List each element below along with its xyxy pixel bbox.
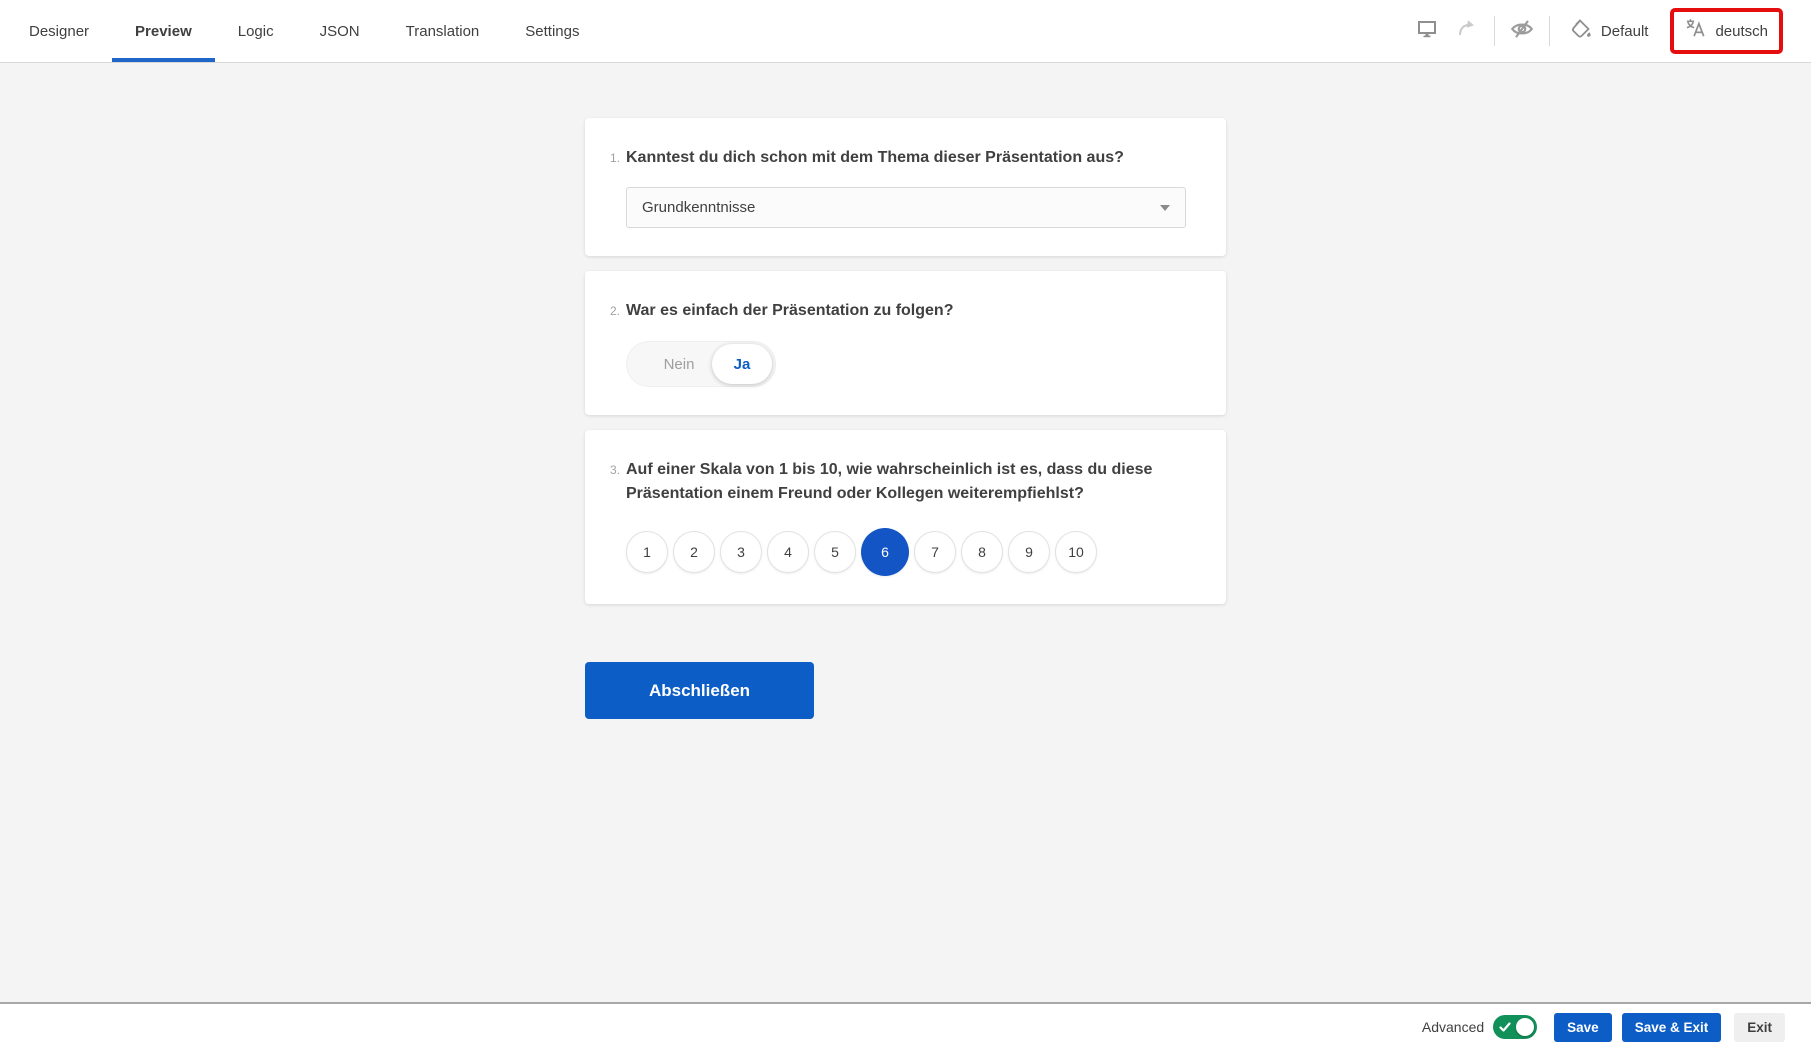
rating-item-3[interactable]: 3 bbox=[720, 531, 762, 573]
tab-preview[interactable]: Preview bbox=[112, 0, 215, 62]
exit-button[interactable]: Exit bbox=[1734, 1013, 1785, 1042]
desktop-preview-icon bbox=[1415, 17, 1439, 46]
dropdown-input[interactable]: Grundkenntnisse bbox=[626, 187, 1186, 228]
hide-survey-button[interactable] bbox=[1502, 11, 1542, 51]
theme-button[interactable]: Default bbox=[1557, 11, 1661, 51]
annotation-box: deutsch bbox=[1670, 8, 1783, 54]
hide-survey-icon bbox=[1509, 16, 1535, 47]
survey-creator-app: Designer Preview Logic JSON Translation … bbox=[0, 0, 1811, 1050]
rating-item-2[interactable]: 2 bbox=[673, 531, 715, 573]
tab-translation[interactable]: Translation bbox=[383, 0, 503, 62]
question-card-1: 1. Kanntest du dich schon mit dem Thema … bbox=[585, 118, 1226, 256]
rating-item-9[interactable]: 9 bbox=[1008, 531, 1050, 573]
rating-item-10[interactable]: 10 bbox=[1055, 531, 1097, 573]
toolbar-separator bbox=[1549, 16, 1550, 46]
rating-item-1[interactable]: 1 bbox=[626, 531, 668, 573]
rating-item-5[interactable]: 5 bbox=[814, 531, 856, 573]
redo-button[interactable] bbox=[1447, 11, 1487, 51]
toolbar-separator bbox=[1494, 16, 1495, 46]
save-and-exit-button[interactable]: Save & Exit bbox=[1622, 1013, 1722, 1042]
rating-row: 12345678910 bbox=[626, 528, 1186, 576]
question-number: 1. bbox=[610, 146, 626, 165]
check-icon bbox=[1499, 1020, 1511, 1038]
survey-preview-area: 1. Kanntest du dich schon mit dem Thema … bbox=[0, 63, 1811, 1002]
chevron-down-icon bbox=[1160, 205, 1170, 211]
theme-button-label: Default bbox=[1601, 23, 1649, 40]
paint-bucket-icon bbox=[1569, 17, 1593, 45]
question-title: Kanntest du dich schon mit dem Thema die… bbox=[626, 146, 1124, 170]
dropdown-value: Grundkenntnisse bbox=[642, 199, 1160, 216]
device-preview-button[interactable] bbox=[1407, 11, 1447, 51]
toggle-knob bbox=[1516, 1018, 1534, 1036]
tab-json[interactable]: JSON bbox=[297, 0, 383, 62]
rating-item-4[interactable]: 4 bbox=[767, 531, 809, 573]
advanced-toggle[interactable] bbox=[1493, 1015, 1537, 1039]
question-title: Auf einer Skala von 1 bis 10, wie wahrsc… bbox=[626, 458, 1186, 506]
tab-settings[interactable]: Settings bbox=[502, 0, 602, 62]
tab-logic[interactable]: Logic bbox=[215, 0, 297, 62]
survey-column: 1. Kanntest du dich schon mit dem Thema … bbox=[585, 63, 1226, 719]
rating-item-8[interactable]: 8 bbox=[961, 531, 1003, 573]
complete-button[interactable]: Abschließen bbox=[585, 662, 814, 719]
question-card-2: 2. War es einfach der Präsentation zu fo… bbox=[585, 271, 1226, 415]
language-icon bbox=[1685, 17, 1708, 45]
question-title: War es einfach der Präsentation zu folge… bbox=[626, 299, 953, 323]
rating-item-6[interactable]: 6 bbox=[861, 528, 909, 576]
boolean-toggle[interactable]: Nein Ja bbox=[626, 341, 776, 387]
toolbar: Default deutsch bbox=[1407, 0, 1811, 62]
boolean-option-ja[interactable]: Ja bbox=[712, 344, 772, 384]
tab-designer[interactable]: Designer bbox=[6, 0, 112, 62]
top-bar: Designer Preview Logic JSON Translation … bbox=[0, 0, 1811, 63]
bottom-bar: Advanced Save Save & Exit Exit bbox=[0, 1002, 1811, 1050]
redo-icon bbox=[1455, 17, 1479, 46]
question-number: 3. bbox=[610, 458, 626, 477]
question-card-3: 3. Auf einer Skala von 1 bis 10, wie wah… bbox=[585, 430, 1226, 604]
advanced-label: Advanced bbox=[1422, 1019, 1484, 1035]
question-number: 2. bbox=[610, 299, 626, 318]
save-button[interactable]: Save bbox=[1554, 1013, 1612, 1042]
language-button[interactable]: deutsch bbox=[1715, 23, 1768, 40]
tab-strip: Designer Preview Logic JSON Translation … bbox=[0, 0, 602, 62]
rating-item-7[interactable]: 7 bbox=[914, 531, 956, 573]
